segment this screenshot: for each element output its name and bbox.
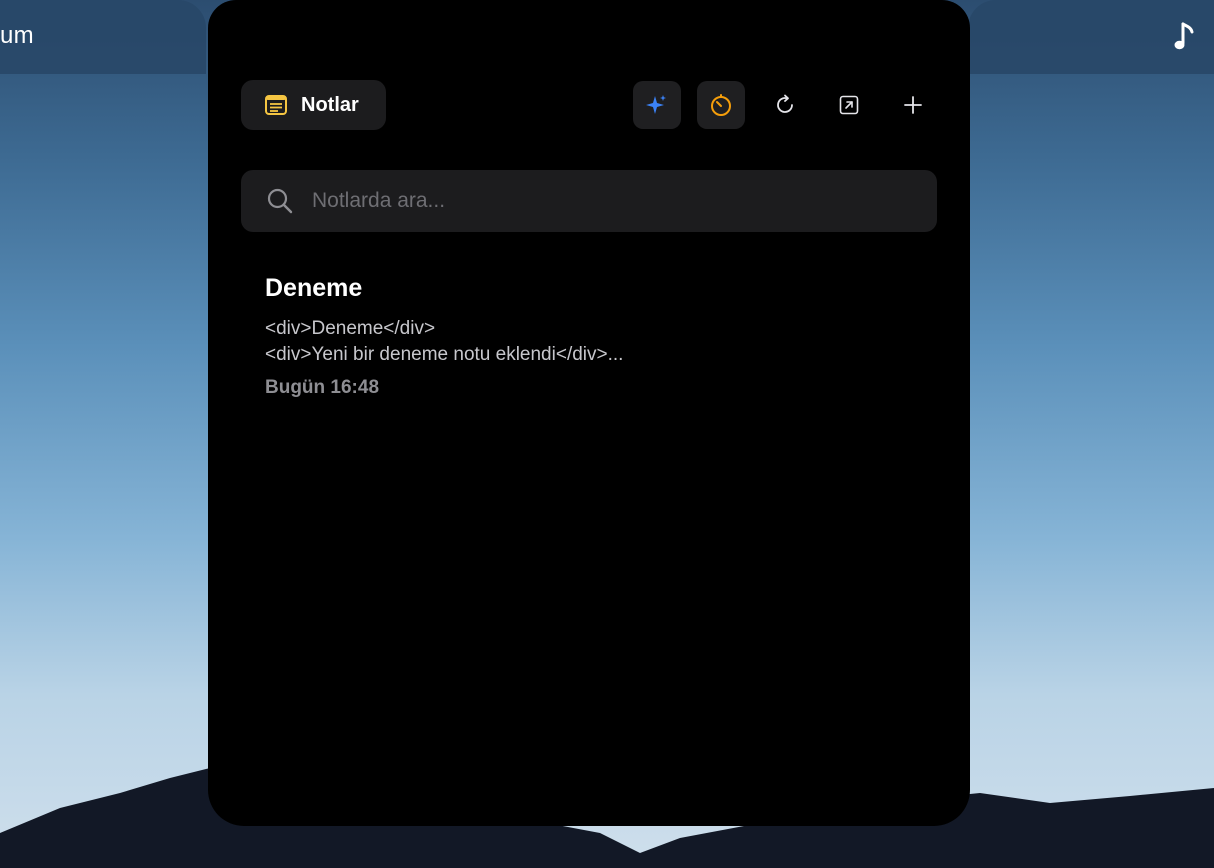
add-note-button[interactable]	[889, 81, 937, 129]
background-window-right	[968, 0, 1214, 74]
sparkle-icon	[646, 95, 666, 114]
page-title: Notlar	[301, 93, 359, 116]
refresh-button[interactable]	[761, 81, 809, 129]
notes-title-chip[interactable]: Notlar	[241, 80, 386, 130]
search-bar[interactable]	[241, 170, 937, 232]
timer-icon	[711, 94, 731, 116]
music-note-icon[interactable]	[1174, 22, 1196, 52]
notes-icon	[265, 95, 287, 115]
refresh-icon	[777, 94, 793, 113]
note-date: Bugün 16:48	[265, 377, 380, 398]
note-preview-line: <div>Deneme</div>	[265, 318, 436, 339]
open-external-icon	[839, 95, 859, 115]
background-window-left: um	[0, 0, 206, 74]
ai-sparkle-button[interactable]	[633, 81, 681, 129]
background-window-title: um	[0, 22, 34, 49]
search-icon	[267, 188, 293, 214]
open-external-button[interactable]	[825, 81, 873, 129]
plus-icon	[904, 96, 922, 114]
note-title: Deneme	[265, 274, 363, 302]
timer-button[interactable]	[697, 81, 745, 129]
search-input[interactable]	[312, 189, 872, 213]
note-list-item[interactable]: Deneme <div>Deneme</div> <div>Yeni bir d…	[265, 272, 905, 400]
notes-panel: Notlar Notlarda ara... Deneme <div>Denem…	[208, 0, 970, 826]
note-preview-line: <div>Yeni bir deneme notu eklendi</div>.…	[265, 344, 624, 365]
